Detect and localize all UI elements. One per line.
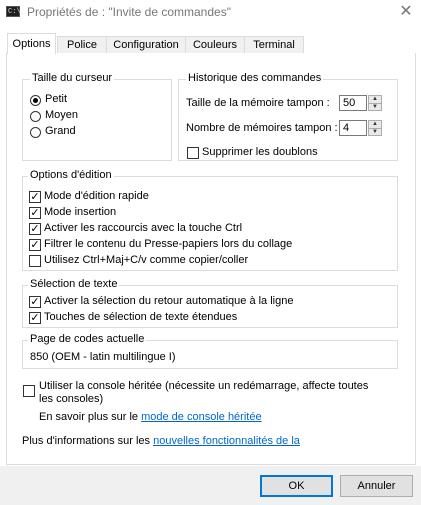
cancel-button[interactable]: Annuler [340, 475, 413, 497]
ctrl-shift-copy-label: Utilisez Ctrl+Maj+C/v comme copier/colle… [44, 254, 249, 266]
tab-options[interactable]: Options [7, 33, 56, 54]
spin-up-icon[interactable]: ▲ [369, 121, 381, 129]
radio-grand[interactable] [30, 127, 41, 138]
buffer-count-spinner[interactable]: ▲ ▼ [368, 120, 382, 136]
radio-petit-label: Petit [45, 93, 68, 105]
text-selection-title: Sélection de texte [28, 278, 120, 290]
more-info-prefix: Plus d'informations sur les [22, 435, 154, 447]
insert-mode-label: Mode insertion [44, 206, 117, 218]
learn-more-prefix: En savoir plus sur le [39, 411, 142, 423]
legacy-console-checkbox[interactable] [23, 385, 35, 397]
ctrl-shift-copy-checkbox[interactable] [29, 255, 41, 267]
tab-configuration[interactable]: Configuration [106, 36, 186, 53]
discard-duplicates-label: Supprimer les doublons [202, 146, 318, 158]
spin-down-icon[interactable]: ▼ [369, 129, 381, 136]
codepage-title: Page de codes actuelle [28, 333, 147, 345]
ctrl-shortcuts-checkbox[interactable]: ✓ [29, 223, 41, 235]
edit-options-title: Options d'édition [28, 169, 114, 181]
buffer-size-spinner[interactable]: ▲ ▼ [368, 95, 382, 111]
tab-terminal[interactable]: Terminal [244, 36, 304, 53]
extended-keys-checkbox[interactable]: ✓ [29, 312, 41, 324]
radio-petit[interactable] [30, 95, 41, 106]
radio-moyen[interactable] [30, 111, 41, 122]
spin-down-icon[interactable]: ▼ [369, 104, 381, 111]
ctrl-shortcuts-label: Activer les raccourcis avec la touche Ct… [44, 222, 243, 234]
window-title: Propriétés de : "Invite de commandes" [27, 5, 231, 19]
quick-edit-label: Mode d'édition rapide [44, 190, 149, 202]
tab-police[interactable]: Police [57, 36, 107, 53]
line-wrap-selection-checkbox[interactable]: ✓ [29, 296, 41, 308]
new-features-link[interactable]: nouvelles fonctionnalités de la [153, 435, 300, 447]
extended-keys-label: Touches de sélection de texte étendues [44, 311, 238, 323]
quick-edit-checkbox[interactable]: ✓ [29, 191, 41, 203]
filter-clipboard-checkbox[interactable]: ✓ [29, 239, 41, 251]
cursor-size-title: Taille du curseur [30, 72, 115, 84]
legacy-console-link[interactable]: mode de console héritée [141, 411, 261, 423]
codepage-value: 850 (OEM - latin multilingue I) [30, 351, 176, 363]
insert-mode-checkbox[interactable]: ✓ [29, 207, 41, 219]
tab-couleurs[interactable]: Couleurs [185, 36, 245, 53]
close-icon[interactable]: ✕ [396, 3, 416, 21]
more-info-text: Plus d'informations sur les nouvelles fo… [22, 435, 300, 447]
legacy-console-label-line2: les consoles) [39, 393, 104, 405]
buffer-count-label: Nombre de mémoires tampon : [186, 122, 338, 134]
buffer-count-input[interactable]: 4 [339, 120, 367, 136]
legacy-console-label-line1: Utiliser la console héritée (nécessite u… [39, 380, 369, 392]
line-wrap-selection-label: Activer la sélection du retour automatiq… [44, 295, 294, 307]
buffer-size-input[interactable]: 50 [339, 95, 367, 111]
learn-more-text: En savoir plus sur le mode de console hé… [39, 411, 262, 423]
console-app-icon: C:\_ [6, 6, 25, 17]
discard-duplicates-checkbox[interactable] [187, 147, 199, 159]
spin-up-icon[interactable]: ▲ [369, 96, 381, 104]
radio-moyen-label: Moyen [45, 109, 79, 121]
filter-clipboard-label: Filtrer le contenu du Presse-papiers lor… [44, 238, 293, 250]
ok-button[interactable]: OK [260, 475, 333, 497]
buffer-size-label: Taille de la mémoire tampon : [186, 97, 330, 109]
history-title: Historique des commandes [186, 72, 324, 84]
radio-grand-label: Grand [45, 125, 76, 137]
title-bar: C:\_ Propriétés de : "Invite de commande… [0, 0, 421, 26]
